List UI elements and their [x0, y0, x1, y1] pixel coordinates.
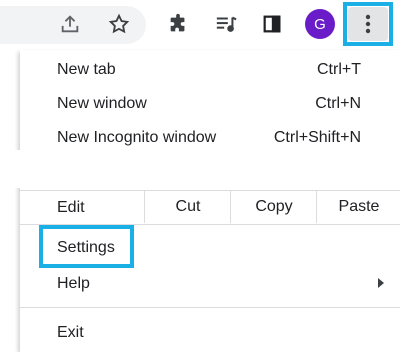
- menu-item-exit[interactable]: Exit: [20, 317, 400, 349]
- side-panel-icon[interactable]: [257, 9, 287, 39]
- menu-item-help[interactable]: Help: [20, 268, 400, 300]
- exit-label: Exit: [57, 324, 84, 341]
- edit-label: Edit: [57, 199, 85, 216]
- new-window-shortcut: Ctrl+N: [315, 95, 361, 112]
- new-incognito-shortcut: Ctrl+Shift+N: [273, 129, 361, 146]
- new-incognito-label: New Incognito window: [57, 129, 217, 146]
- help-label: Help: [57, 275, 90, 292]
- bookmark-star-icon[interactable]: [104, 9, 134, 39]
- menu-item-new-window[interactable]: New window Ctrl+N: [20, 88, 400, 120]
- new-tab-label: New tab: [57, 61, 116, 78]
- paste-button[interactable]: Paste: [316, 191, 400, 223]
- menu-gap: [0, 150, 400, 188]
- menu-item-new-incognito-window[interactable]: New Incognito window Ctrl+Shift+N: [20, 122, 400, 154]
- menu-separator: [20, 307, 400, 308]
- copy-label: Copy: [255, 198, 293, 215]
- new-window-label: New window: [57, 95, 147, 112]
- extensions-icon[interactable]: [163, 9, 193, 39]
- paste-label: Paste: [338, 198, 380, 215]
- share-icon[interactable]: [55, 9, 85, 39]
- avatar[interactable]: G: [305, 9, 335, 39]
- new-tab-shortcut: Ctrl+T: [317, 61, 361, 78]
- copy-button[interactable]: Copy: [230, 191, 317, 223]
- menu-button-highlight[interactable]: [343, 2, 393, 46]
- submenu-arrow-icon: [377, 276, 385, 294]
- cut-label: Cut: [175, 198, 201, 215]
- settings-highlight: [39, 225, 134, 268]
- menu-item-edit: Edit Cut Copy Paste: [20, 191, 400, 223]
- cut-button[interactable]: Cut: [144, 191, 231, 223]
- browser-toolbar: G: [0, 0, 400, 50]
- more-options-icon[interactable]: [348, 7, 388, 41]
- reading-list-icon[interactable]: [211, 9, 241, 39]
- menu-item-new-tab[interactable]: New tab Ctrl+T: [20, 54, 400, 86]
